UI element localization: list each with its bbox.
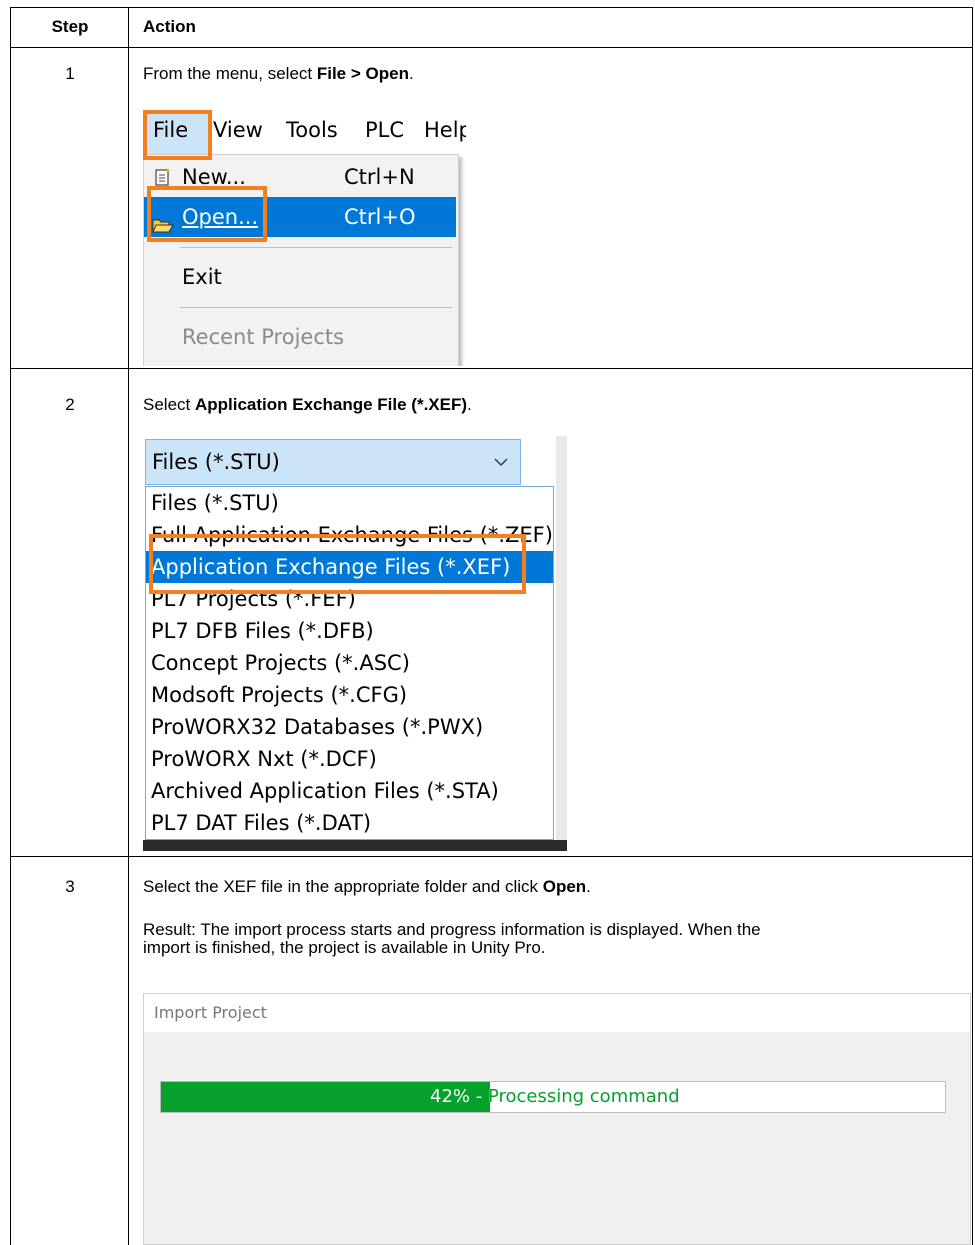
xef-highlight-box bbox=[149, 534, 526, 594]
menu-screenshot: File View Tools PLC Help New... Ctrl+N O… bbox=[143, 110, 466, 366]
filetype-screenshot: Files (*.STU) Files (*.STU) Full Applica… bbox=[143, 436, 567, 851]
import-dialog-screenshot: Import Project 42% - Processing command … bbox=[143, 993, 971, 1245]
instruction-text: Select the XEF file in the appropriate f… bbox=[143, 877, 543, 896]
filetype-option[interactable]: Modsoft Projects (*.CFG) bbox=[146, 679, 553, 711]
filetype-option[interactable]: ProWORX32 Databases (*.PWX) bbox=[146, 711, 553, 743]
filetype-option[interactable]: Archived Application Files (*.STA) bbox=[146, 775, 553, 807]
step-number: 2 bbox=[65, 395, 75, 414]
menu-help[interactable]: Help bbox=[424, 118, 466, 142]
step-instruction: Select the XEF file in the appropriate f… bbox=[143, 877, 591, 897]
menu-view[interactable]: View bbox=[213, 118, 263, 142]
menu-tools[interactable]: Tools bbox=[286, 118, 338, 142]
progress-text-clip: 42% - Processing command bbox=[161, 1082, 490, 1112]
combobox-value: Files (*.STU) bbox=[152, 450, 280, 474]
instruction-bold: File bbox=[316, 64, 347, 83]
menu-plc[interactable]: PLC bbox=[365, 118, 404, 142]
step-instruction: Select Application Exchange File (*.XEF)… bbox=[143, 395, 472, 415]
window-edge bbox=[143, 840, 567, 851]
file-highlight-box bbox=[143, 110, 212, 160]
chevron-down-icon bbox=[492, 453, 510, 471]
instruction-text: . bbox=[408, 64, 414, 83]
filetype-option[interactable]: PL7 DAT Files (*.DAT) bbox=[146, 807, 553, 839]
step-number: 3 bbox=[65, 877, 75, 896]
filetype-option[interactable]: PL7 DFB Files (*.DFB) bbox=[146, 615, 553, 647]
dialog-title: Import Project bbox=[154, 1003, 267, 1022]
menu-item-recent-projects: Recent Projects bbox=[144, 317, 456, 357]
menu-item-exit[interactable]: Exit bbox=[144, 257, 456, 297]
header-action: Action bbox=[143, 17, 196, 36]
instruction-text: From the menu, select bbox=[143, 64, 317, 83]
import-progress-bar: 42% - Processing command 42% - Processin… bbox=[160, 1081, 946, 1113]
instruction-separator: > bbox=[346, 64, 366, 83]
instruction-text: . bbox=[586, 877, 591, 896]
instruction-bold: Open bbox=[365, 64, 409, 83]
instruction-text: Select bbox=[143, 395, 195, 414]
dialog-title-bar: Import Project bbox=[144, 994, 970, 1032]
filetype-option[interactable]: Files (*.STU) bbox=[146, 487, 553, 519]
progress-text-inverse: 42% - Processing command bbox=[430, 1086, 490, 1107]
step-number: 1 bbox=[65, 64, 75, 83]
result-text: import is finished, the project is avail… bbox=[143, 938, 546, 957]
menu-item-label: Exit bbox=[182, 265, 222, 289]
menu-separator bbox=[180, 247, 452, 248]
result-text: Result: The import process starts and pr… bbox=[143, 920, 761, 939]
filetype-option[interactable]: Concept Projects (*.ASC) bbox=[146, 647, 553, 679]
step-result: Result: The import process starts and pr… bbox=[143, 921, 761, 957]
filetype-option[interactable]: ProWORX Nxt (*.DCF) bbox=[146, 743, 553, 775]
menu-item-shortcut: Ctrl+O bbox=[344, 205, 416, 229]
instruction-bold: Open bbox=[542, 877, 587, 896]
menu-item-label: Recent Projects bbox=[182, 325, 345, 349]
window-edge bbox=[556, 436, 567, 851]
new-file-icon bbox=[154, 167, 172, 187]
instruction-text: . bbox=[467, 395, 472, 414]
header-step: Step bbox=[51, 17, 89, 36]
open-highlight-box bbox=[147, 186, 267, 242]
menu-separator bbox=[180, 307, 452, 308]
instruction-bold: Application Exchange File (*.XEF) bbox=[194, 395, 468, 414]
step-instruction: From the menu, select File > Open. bbox=[143, 64, 414, 84]
filetype-combobox[interactable]: Files (*.STU) bbox=[145, 439, 521, 485]
menu-item-shortcut: Ctrl+N bbox=[344, 165, 415, 189]
